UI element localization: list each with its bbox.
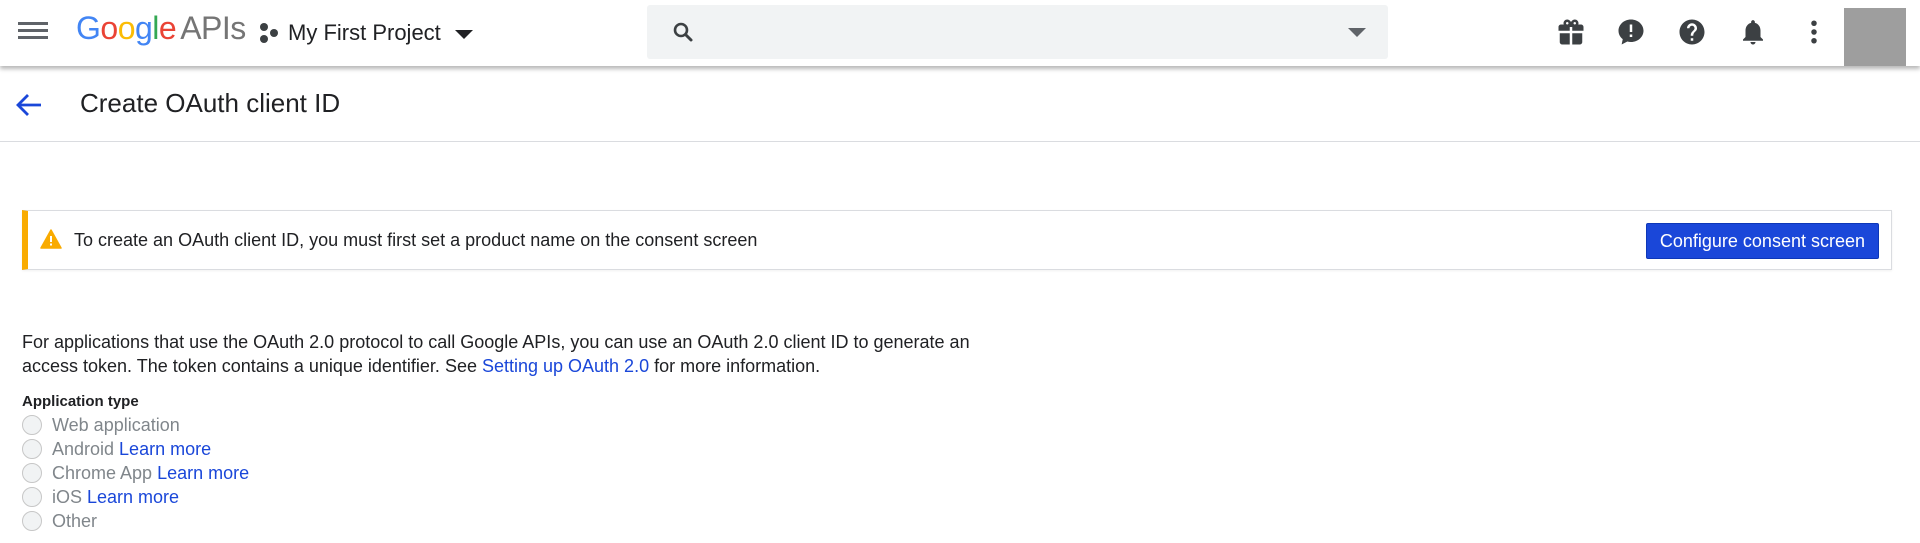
- learn-more-link-ios[interactable]: Learn more: [87, 487, 179, 508]
- radio-button[interactable]: [22, 415, 42, 435]
- logo-letter: l: [152, 10, 159, 46]
- top-app-bar: Google APIs My First Project: [0, 0, 1920, 66]
- logo-letter: G: [76, 10, 101, 46]
- page-header: Create OAuth client ID: [0, 66, 1920, 142]
- radio-button[interactable]: [22, 463, 42, 483]
- hamburger-menu-icon[interactable]: [18, 19, 48, 47]
- project-name: My First Project: [288, 20, 441, 45]
- account-avatar[interactable]: [1844, 8, 1906, 66]
- radio-option-ios[interactable]: iOS Learn more: [22, 485, 249, 509]
- radio-label: iOS: [52, 486, 83, 507]
- arrow-back-icon[interactable]: [14, 92, 44, 118]
- radio-option-web-application[interactable]: Web application: [22, 413, 249, 437]
- radio-button[interactable]: [22, 439, 42, 459]
- application-type-radio-group: Web application Android Learn more Chrom…: [22, 413, 249, 533]
- radio-label: Android: [52, 438, 115, 459]
- radio-option-android[interactable]: Android Learn more: [22, 437, 249, 461]
- google-apis-logo[interactable]: Google APIs: [76, 10, 246, 47]
- logo-letter: e: [158, 10, 177, 46]
- radio-label: Chrome App: [52, 462, 153, 483]
- radio-label: Web application: [52, 414, 180, 435]
- learn-more-link-android[interactable]: Learn more: [119, 439, 211, 460]
- description-text: For applications that use the OAuth 2.0 …: [22, 330, 982, 378]
- notifications-icon[interactable]: [1738, 17, 1768, 47]
- radio-label: Other: [52, 510, 98, 531]
- warning-icon: [40, 229, 62, 249]
- warning-message: To create an OAuth client ID, you must f…: [74, 230, 758, 250]
- chevron-down-icon: [454, 30, 473, 39]
- search-options-dropdown-icon[interactable]: [1348, 28, 1366, 37]
- search-icon: [673, 22, 693, 42]
- help-icon[interactable]: [1677, 17, 1707, 47]
- feedback-icon[interactable]: [1616, 17, 1646, 47]
- warning-banner: To create an OAuth client ID, you must f…: [22, 210, 1892, 270]
- logo-letter: g: [134, 10, 153, 46]
- page-title: Create OAuth client ID: [80, 88, 341, 118]
- radio-button[interactable]: [22, 511, 42, 531]
- gift-icon[interactable]: [1556, 17, 1586, 47]
- setting-up-oauth-link[interactable]: Setting up OAuth 2.0: [482, 356, 649, 376]
- project-dots-icon: [260, 23, 278, 43]
- radio-option-chrome-app[interactable]: Chrome App Learn more: [22, 461, 249, 485]
- project-selector[interactable]: My First Project: [258, 16, 473, 50]
- search-bar[interactable]: [647, 5, 1388, 59]
- learn-more-link-chrome-app[interactable]: Learn more: [157, 463, 249, 484]
- radio-button[interactable]: [22, 487, 42, 507]
- logo-letter: o: [117, 10, 136, 46]
- search-input[interactable]: [711, 15, 1315, 51]
- application-type-label: Application type: [22, 393, 139, 410]
- logo-letter: o: [100, 10, 118, 46]
- configure-consent-screen-button[interactable]: Configure consent screen: [1645, 223, 1879, 259]
- description-text-after: for more information.: [649, 356, 821, 376]
- radio-option-other[interactable]: Other: [22, 509, 249, 533]
- more-vert-icon[interactable]: [1799, 17, 1829, 47]
- logo-apis-text: APIs: [180, 10, 246, 46]
